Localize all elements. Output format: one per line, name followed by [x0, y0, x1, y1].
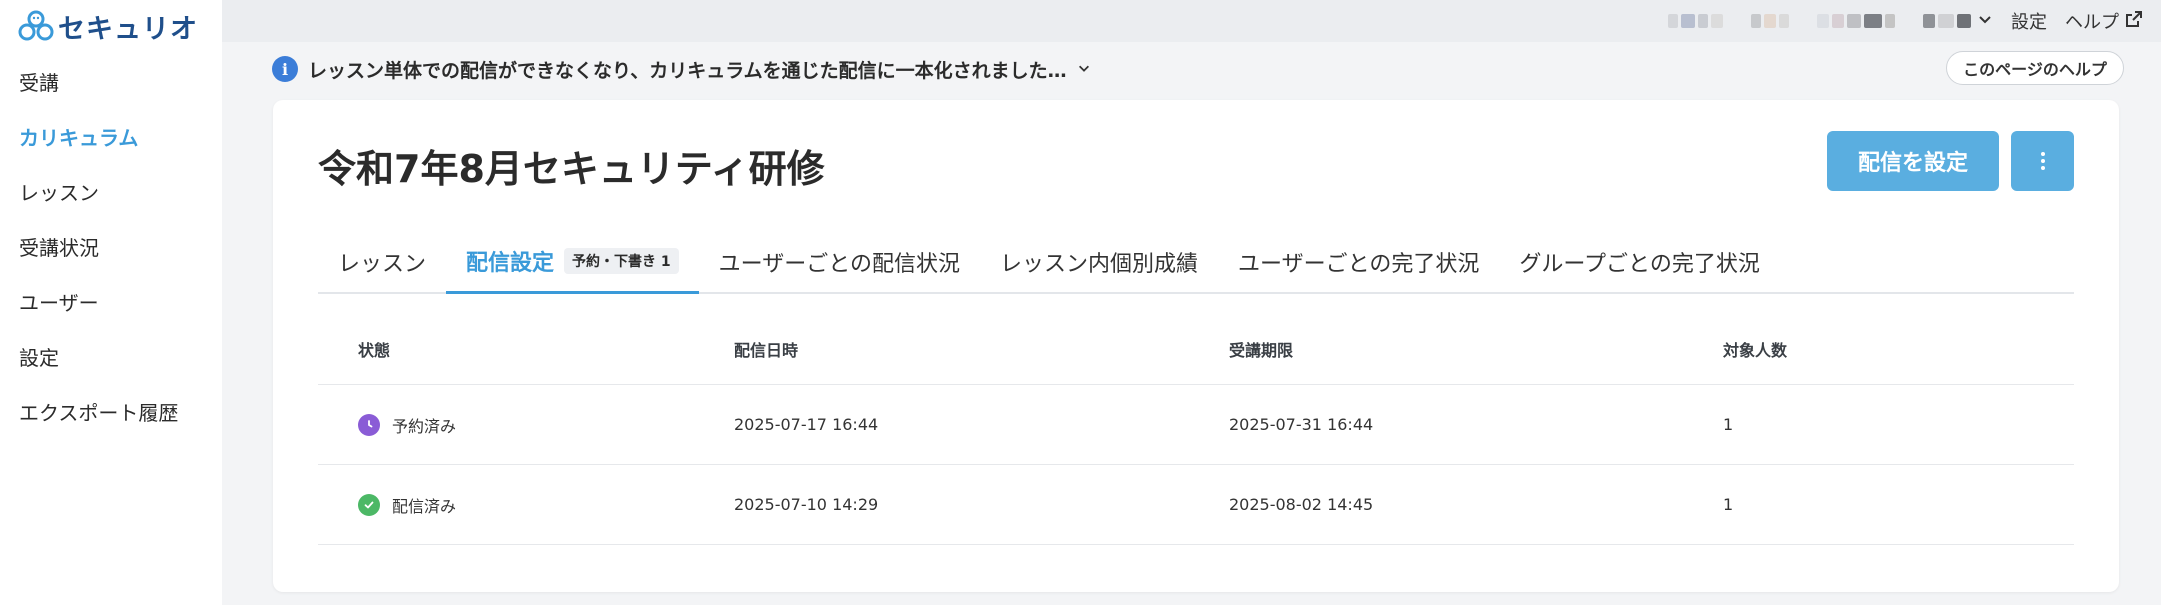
page-help-button[interactable]: このページのヘルプ: [1946, 51, 2124, 85]
target-count-cell: 1: [1723, 495, 1734, 514]
sidebar-item-export-history[interactable]: エクスポート履歴: [0, 384, 222, 439]
tab-label: レッスン: [338, 252, 427, 277]
tab-lesson[interactable]: レッスン: [318, 230, 446, 294]
kebab-dot: [2040, 159, 2045, 163]
info-icon: i: [272, 56, 298, 82]
table-header: 状態 配信日時 受講期限 対象人数: [318, 314, 2074, 385]
page-title: 令和7年8月セキュリティ研修: [318, 147, 825, 191]
status-cell: 予約済み: [318, 413, 734, 437]
column-header-delivered-at: 配信日時: [734, 341, 799, 360]
tab-label: グループごとの完了状況: [1519, 252, 1760, 277]
tab-label: ユーザーごとの配信状況: [718, 252, 960, 277]
notice-banner[interactable]: i レッスン単体での配信ができなくなり、カリキュラムを通じた配信に一本化されまし…: [272, 56, 1091, 82]
deadline-cell: 2025-07-31 16:44: [1229, 415, 1374, 434]
chevron-down-icon: [1077, 58, 1091, 80]
more-options-button[interactable]: [2011, 131, 2074, 191]
target-count-cell: 1: [1723, 415, 1734, 434]
column-header-status: 状態: [358, 341, 391, 360]
clock-icon: [358, 413, 380, 436]
notice-text: レッスン単体での配信ができなくなり、カリキュラムを通じた配信に一本化されました…: [308, 59, 1067, 82]
sidebar-item-attendance-status[interactable]: 受講状況: [0, 219, 222, 274]
help-link-label: ヘルプ: [2065, 12, 2119, 33]
user-menu[interactable]: [1668, 11, 1993, 32]
tab-label: 配信設定: [466, 250, 555, 276]
table-row[interactable]: 配信済み 2025-07-10 14:29 2025-08-02 14:45 1: [318, 465, 2074, 545]
curriculum-card: 令和7年8月セキュリティ研修 配信を設定 レッスン 配信設定 予約・下書き 1 …: [273, 100, 2119, 592]
tab-label: レッスン内個別成績: [1000, 252, 1199, 277]
settings-link[interactable]: 設定: [2011, 8, 2047, 34]
status-label: 配信済み: [392, 496, 457, 516]
delivered-at-cell: 2025-07-17 16:44: [734, 415, 879, 434]
sidebar-item-lessons-taken[interactable]: 受講: [0, 54, 222, 109]
sidebar-item-curriculum[interactable]: カリキュラム: [0, 109, 222, 164]
redacted-org-name: [1668, 14, 1971, 28]
tab-user-completion-status[interactable]: ユーザーごとの完了状況: [1218, 230, 1499, 294]
check-icon: [358, 493, 380, 516]
logo-text: セキュリオ: [58, 13, 198, 45]
tab-user-delivery-status[interactable]: ユーザーごとの配信状況: [699, 230, 980, 294]
sidebar-item-lesson[interactable]: レッスン: [0, 164, 222, 219]
sidebar: セキュリオ 受講 カリキュラム レッスン 受講状況 ユーザー 設定 エクスポート…: [0, 0, 222, 605]
logo-icon: [18, 10, 54, 41]
tab-delivery-settings[interactable]: 配信設定 予約・下書き 1: [446, 230, 699, 294]
tab-label: ユーザーごとの完了状況: [1238, 252, 1480, 277]
kebab-dot: [2040, 152, 2045, 156]
chevron-down-icon: [1977, 11, 1993, 32]
topbar-right: 設定 ヘルプ: [1668, 0, 2143, 42]
kebab-dot: [2040, 166, 2045, 170]
sidebar-item-settings[interactable]: 設定: [0, 329, 222, 384]
deadline-cell: 2025-08-02 14:45: [1229, 495, 1374, 514]
sidebar-item-users[interactable]: ユーザー: [0, 274, 222, 329]
help-link[interactable]: ヘルプ: [2065, 8, 2143, 34]
tab-bar: レッスン 配信設定 予約・下書き 1 ユーザーごとの配信状況 レッスン内個別成績…: [318, 230, 2074, 294]
status-cell: 配信済み: [318, 493, 734, 517]
external-link-icon: [2125, 10, 2143, 33]
sidebar-nav: 受講 カリキュラム レッスン 受講状況 ユーザー 設定 エクスポート履歴: [0, 54, 222, 439]
column-header-deadline: 受講期限: [1229, 341, 1294, 360]
configure-delivery-button[interactable]: 配信を設定: [1827, 131, 1999, 191]
reservation-draft-badge: 予約・下書き 1: [564, 247, 679, 274]
table-row[interactable]: 予約済み 2025-07-17 16:44 2025-07-31 16:44 1: [318, 385, 2074, 465]
status-label: 予約済み: [392, 416, 457, 436]
tab-group-completion-status[interactable]: グループごとの完了状況: [1499, 230, 1779, 294]
topbar: 設定 ヘルプ: [222, 0, 2161, 42]
column-header-target-count: 対象人数: [1723, 341, 1788, 360]
delivered-at-cell: 2025-07-10 14:29: [734, 495, 879, 514]
tab-lesson-individual-scores[interactable]: レッスン内個別成績: [980, 230, 1218, 294]
delivery-table: 状態 配信日時 受講期限 対象人数 予約済み 2025-07-17 16:44 …: [318, 314, 2074, 545]
logo[interactable]: セキュリオ: [18, 6, 198, 46]
